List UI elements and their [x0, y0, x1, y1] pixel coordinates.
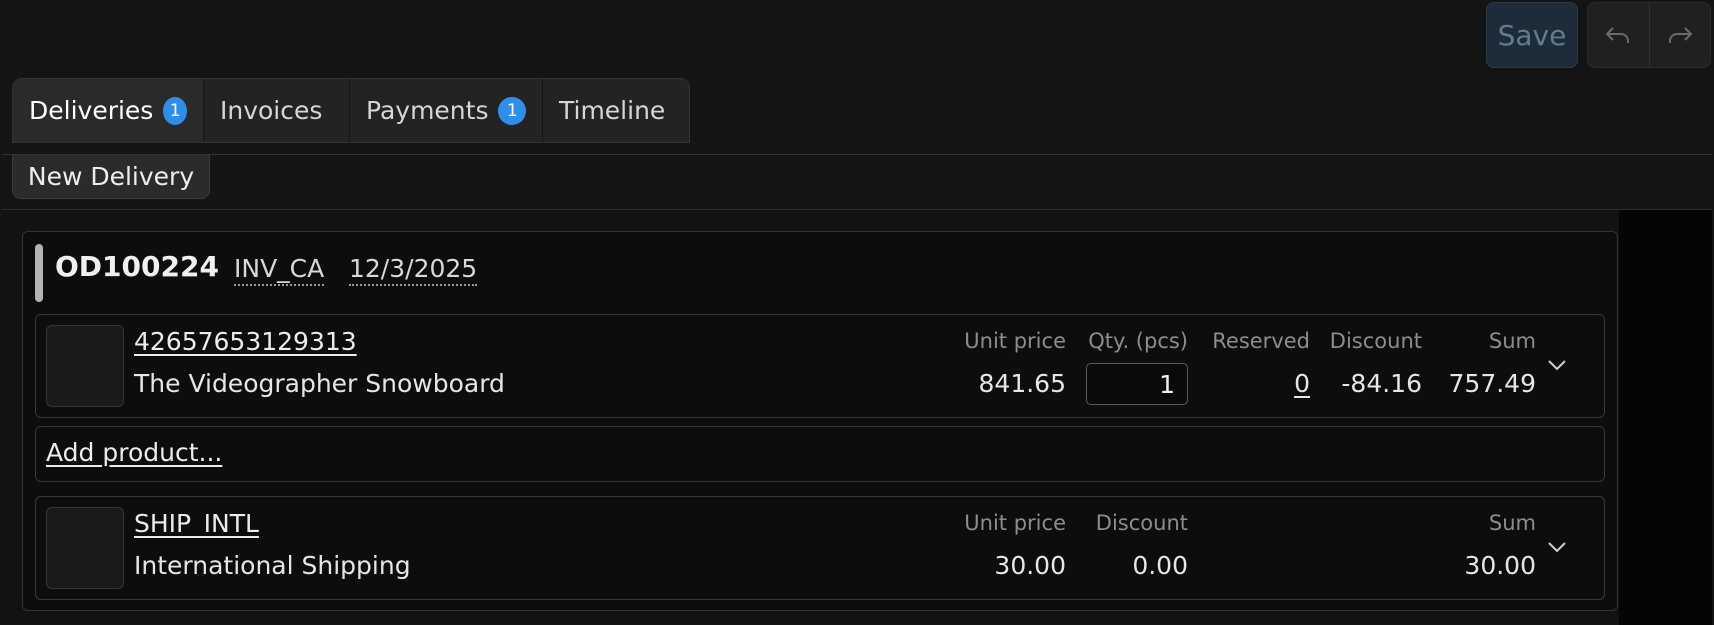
tab-label: Payments	[366, 96, 489, 125]
add-product-link[interactable]: Add product...	[46, 438, 222, 467]
location-link[interactable]: INV_CA	[234, 254, 325, 286]
history-button-group	[1587, 2, 1711, 68]
count-badge: 1	[498, 96, 526, 125]
product-sku-link[interactable]: 42657653129313	[134, 327, 357, 356]
tab-label: Timeline	[559, 96, 666, 125]
tab-payments[interactable]: Payments 1	[350, 79, 543, 142]
tab-bar: Deliveries 1 Invoices Payments 1 Timelin…	[12, 78, 690, 143]
reserved-label: Reserved	[1212, 329, 1310, 353]
reserved-link[interactable]: 0	[1294, 369, 1310, 398]
qty-label: Qty. (pcs)	[1088, 329, 1188, 353]
tab-invoices[interactable]: Invoices	[204, 79, 350, 142]
unit-price-label: Unit price	[964, 329, 1066, 353]
delivery-card: OD100224 INV_CA 12/3/2025 42657653129313…	[22, 231, 1618, 611]
chevron-down-icon[interactable]	[1546, 357, 1568, 373]
new-delivery-button[interactable]: New Delivery	[12, 155, 210, 199]
tab-label: Invoices	[220, 96, 323, 125]
status-accent-bar	[35, 244, 43, 302]
add-product-row: Add product...	[35, 426, 1605, 482]
line-item-row: 42657653129313 The Videographer Snowboar…	[35, 314, 1605, 418]
tab-label: Deliveries	[29, 96, 154, 125]
qty-input[interactable]	[1086, 363, 1188, 405]
delivery-date-link[interactable]: 12/3/2025	[349, 254, 478, 286]
sum-value: 30.00	[1464, 551, 1536, 580]
order-id: OD100224	[55, 250, 219, 283]
shipping-name: International Shipping	[134, 551, 411, 580]
shipping-row: SHIP_INTL International Shipping Unit pr…	[35, 496, 1605, 600]
redo-icon	[1668, 27, 1693, 43]
sum-label: Sum	[1488, 329, 1536, 353]
product-thumbnail	[46, 325, 124, 407]
unit-price-value: 30.00	[994, 551, 1066, 580]
unit-price-label: Unit price	[964, 511, 1066, 535]
panel-header: New Delivery	[2, 155, 1712, 210]
deliveries-panel: New Delivery OD100224 INV_CA 12/3/2025 4…	[2, 154, 1712, 625]
sum-value: 757.49	[1448, 369, 1536, 398]
tab-timeline[interactable]: Timeline	[543, 79, 689, 142]
undo-icon	[1605, 27, 1630, 43]
discount-value: -84.16	[1341, 369, 1422, 398]
shipping-code-link[interactable]: SHIP_INTL	[134, 509, 259, 538]
discount-value: 0.00	[1132, 551, 1188, 580]
save-button[interactable]: Save	[1486, 2, 1578, 68]
redo-button[interactable]	[1648, 3, 1711, 67]
product-name: The Videographer Snowboard	[134, 369, 505, 398]
count-badge: 1	[163, 96, 187, 125]
shipping-thumbnail	[46, 507, 124, 589]
discount-label: Discount	[1329, 329, 1422, 353]
side-rail	[1619, 210, 1712, 625]
discount-label: Discount	[1095, 511, 1188, 535]
chevron-down-icon[interactable]	[1546, 539, 1568, 555]
sum-label: Sum	[1488, 511, 1536, 535]
tab-deliveries[interactable]: Deliveries 1	[13, 79, 204, 142]
undo-button[interactable]	[1588, 3, 1649, 67]
unit-price-value: 841.65	[978, 369, 1066, 398]
